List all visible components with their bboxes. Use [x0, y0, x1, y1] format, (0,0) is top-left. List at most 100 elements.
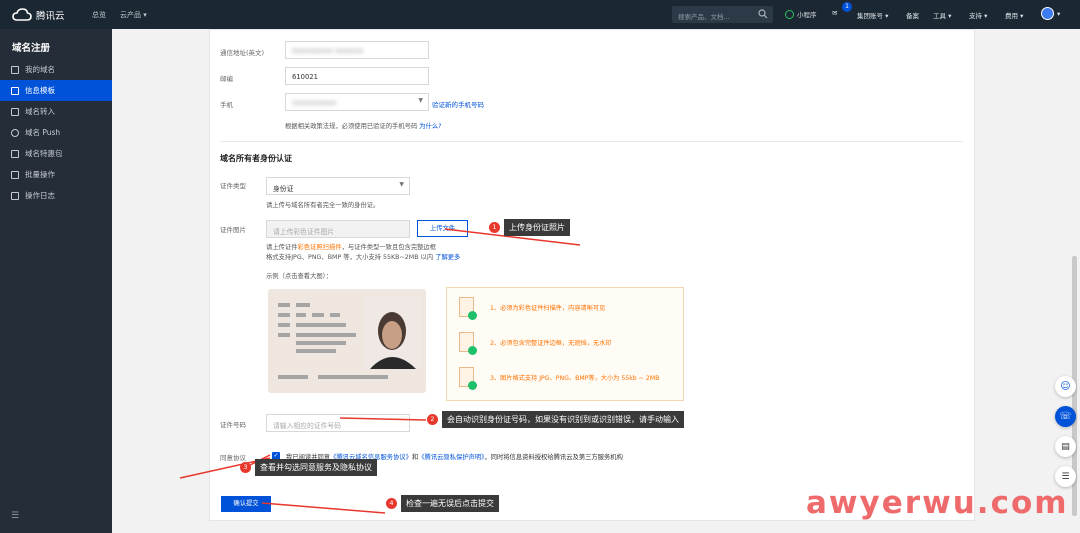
section-divider [220, 141, 963, 142]
calendar-icon [11, 65, 19, 74]
transfer-icon [11, 107, 19, 116]
id-photo-label: 证件图片 [220, 226, 246, 234]
callout-number: 1 [489, 222, 500, 233]
search-icon [758, 9, 768, 19]
mini-program-label: 小程序 [797, 11, 817, 19]
message-icon[interactable]: ✉ [832, 9, 837, 17]
sidebar-item-label: 域名转入 [25, 107, 55, 116]
address-en-input[interactable]: Xxxxxxxxxx xxxxxxx [285, 41, 429, 59]
sidebar-item-my-domains[interactable]: 我的域名 [0, 59, 112, 80]
callout-number: 4 [386, 498, 397, 509]
sidebar-item-batch-operations[interactable]: 批量操作 [0, 164, 112, 185]
user-avatar-menu[interactable]: ▾ [1041, 7, 1060, 20]
sidebar-item-label: 域名特惠包 [25, 149, 63, 158]
id-type-value: 身份证 [273, 185, 294, 193]
upload-note-line2: 格式支持JPG、PNG、BMP 等，大小支持 55KB~2MB 以内 了解更多 [266, 252, 460, 261]
requirement-item: 1、必须为彩色证件扫描件，内容清晰可见 [459, 297, 606, 320]
upload-file-button[interactable]: 上传文件 [417, 220, 468, 237]
filing-link[interactable]: 备案 [906, 10, 919, 20]
document-check-icon [459, 332, 477, 355]
id-type-label: 证件类型 [220, 182, 246, 190]
verify-phone-link[interactable]: 验证新的手机号码 [432, 99, 484, 109]
billing-label: 费用 [1005, 12, 1018, 20]
tools-menu[interactable]: 工具 ▾ [933, 10, 951, 20]
id-number-label: 证件号码 [220, 421, 246, 429]
id-card-example-image[interactable] [268, 289, 426, 393]
sidebar-item-domain-package[interactable]: 域名特惠包 [0, 143, 112, 164]
submit-button[interactable]: 确认提交 [221, 496, 271, 512]
sidebar: 域名注册 我的域名 信息模板 域名转入 域名 Push 域名特惠包 批量操作 操… [0, 29, 112, 533]
privacy-statement-link[interactable]: 《腾讯云隐私保护声明》 [418, 454, 484, 461]
collapse-sidebar-icon[interactable]: ☰ [11, 511, 19, 521]
phone-select[interactable]: 1xxxxxxxxxx ▼ [285, 93, 429, 111]
list-menu-icon[interactable]: ☰ [1055, 466, 1076, 487]
mini-program-icon [785, 9, 794, 19]
upload-note-1b: 彩色证照扫描件 [297, 244, 342, 251]
search-placeholder: 搜索产品、文档... [678, 13, 730, 21]
callout-number: 2 [427, 414, 438, 425]
top-search-input[interactable]: 搜索产品、文档... [672, 6, 773, 23]
id-number-input[interactable]: 请输入相应的证件号码 [266, 414, 410, 432]
sidebar-item-label: 操作日志 [25, 191, 55, 200]
log-icon [11, 191, 19, 200]
example-label: 示例（点击查看大图）： [266, 273, 333, 280]
document-check-icon [459, 297, 477, 320]
push-icon [11, 128, 19, 137]
callout-agree-terms: 查看并勾选同意服务及隐私协议 [255, 459, 377, 476]
requirement-item: 2、必须包含完整证件边框，无遮挡，无水印 [459, 332, 612, 355]
nav-products[interactable]: 云产品 ▾ [120, 10, 147, 20]
package-icon [11, 149, 19, 158]
brand-name: 腾讯云 [36, 10, 65, 22]
sidebar-item-domain-push[interactable]: 域名 Push [0, 122, 112, 143]
sidebar-item-label: 批量操作 [25, 170, 55, 179]
section-title: 域名所有者身份认证 [220, 154, 292, 163]
tencent-cloud-logo[interactable]: 腾讯云 [12, 7, 82, 22]
agreement-label: 同意协议 [220, 454, 246, 462]
watermark: awyerwu.com [806, 485, 1069, 521]
address-en-value: Xxxxxxxxxx xxxxxxx [292, 47, 364, 55]
postcode-input[interactable]: 610021 [285, 67, 429, 85]
group-account-menu[interactable]: 集团账号 ▾ [857, 10, 888, 20]
phone-value: 1xxxxxxxxxx [292, 99, 337, 107]
chevron-down-icon: ▾ [143, 10, 147, 19]
requirement-text: 2、必须包含完整证件边框，无遮挡，无水印 [490, 339, 612, 347]
mini-program-link[interactable]: 小程序 [785, 9, 817, 19]
upload-note-1c: ，与证件类型一致且包含完整边框 [341, 244, 437, 251]
id-number-placeholder: 请输入相应的证件号码 [273, 422, 341, 430]
nav-products-label: 云产品 [120, 10, 141, 19]
requirement-text: 1、必须为彩色证件扫描件，内容清晰可见 [490, 304, 606, 312]
tools-label: 工具 [933, 12, 946, 20]
callout-upload-id: 上传身份证照片 [504, 219, 570, 236]
assistant-face-icon[interactable]: ☺ [1055, 376, 1076, 397]
customer-service-icon[interactable]: ☏ [1055, 406, 1076, 427]
why-link[interactable]: 为什么? [419, 123, 441, 130]
document-icon [11, 86, 19, 95]
phone-policy-note: 根据相关政策法规，必须使用已验证的手机号码 为什么? [285, 121, 441, 130]
upload-note-2: 格式支持JPG、PNG、BMP 等，大小支持 55KB~2MB 以内 [266, 254, 434, 261]
learn-more-link[interactable]: 了解更多 [435, 254, 460, 261]
sidebar-item-info-templates[interactable]: 信息模板 [0, 80, 112, 101]
support-menu[interactable]: 支持 ▾ [969, 10, 987, 20]
sidebar-item-label: 我的域名 [25, 65, 55, 74]
batch-icon [11, 170, 19, 179]
template-form-card: 通信地址(英文) Xxxxxxxxxx xxxxxxx 邮编 610021 手机… [209, 29, 975, 521]
id-type-select[interactable]: 身份证 ▼ [266, 177, 410, 195]
sidebar-title: 域名注册 [12, 43, 51, 54]
support-label: 支持 [969, 12, 982, 20]
phone-label: 手机 [220, 101, 233, 109]
chevron-down-icon: ▼ [399, 181, 404, 188]
phone-note-text: 根据相关政策法规，必须使用已验证的手机号码 [285, 123, 418, 130]
billing-menu[interactable]: 费用 ▾ [1005, 10, 1023, 20]
upload-note-line1: 请上传证件彩色证照扫描件，与证件类型一致且包含完整边框 [266, 242, 436, 251]
requirement-text: 3、图片格式支持 JPG、PNG、BMP等，大小为 55kb ~ 2MB [490, 374, 660, 382]
chevron-down-icon: ▼ [418, 97, 423, 104]
upload-note-1a: 请上传证件 [266, 244, 298, 251]
id-photo-field: 请上传彩色证件图片 [266, 220, 410, 238]
sidebar-item-domain-transfer[interactable]: 域名转入 [0, 101, 112, 122]
id-type-note: 请上传与域名所有者完全一致的身份证。 [266, 202, 380, 209]
agreement-text-b: ，同时将信息资料授权给腾讯云及第三方服务机构 [484, 454, 623, 461]
nav-overview[interactable]: 总览 [92, 10, 106, 20]
sidebar-item-operation-log[interactable]: 操作日志 [0, 185, 112, 206]
callout-auto-recognize: 会自动识别身份证号码，如果没有识别到或识别错误，请手动输入 [442, 411, 684, 428]
book-icon[interactable]: ▤ [1055, 436, 1076, 457]
